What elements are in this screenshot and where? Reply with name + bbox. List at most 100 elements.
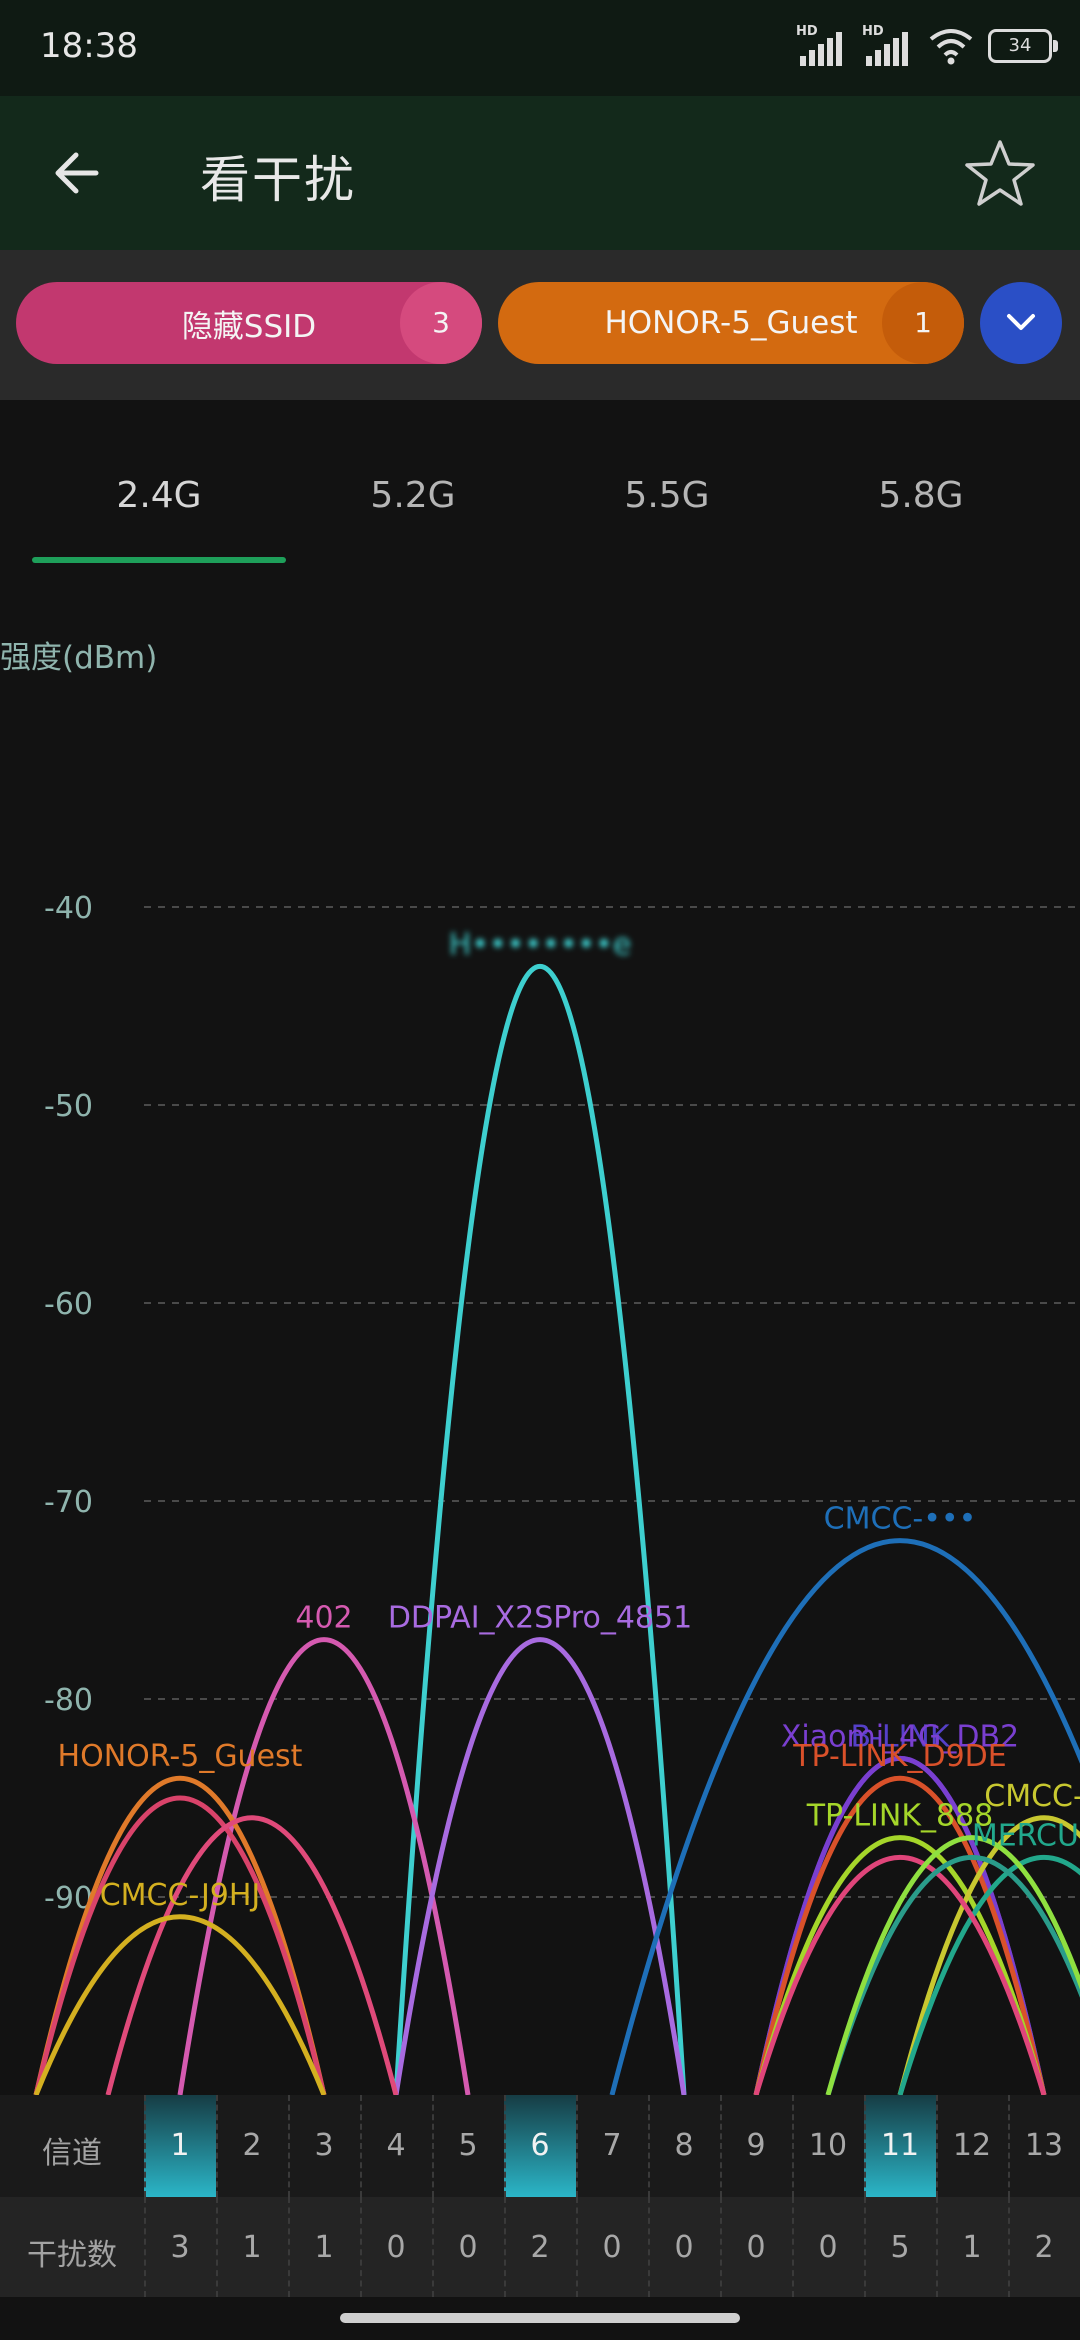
column-separator: [792, 2197, 794, 2297]
status-icons: HD HD 34: [796, 24, 1058, 66]
series-label: H••••••••e: [449, 927, 632, 962]
filter-chip-label: 隐藏SSID: [181, 308, 317, 345]
filter-chip-hidden-ssid[interactable]: 隐藏SSID 3: [16, 282, 482, 364]
column-separator: [504, 2197, 506, 2297]
channel-cell: 3: [314, 2128, 334, 2163]
back-arrow-icon[interactable]: [44, 138, 114, 208]
interference-count-cell: 0: [602, 2230, 622, 2265]
interference-count-cell: 1: [962, 2230, 982, 2265]
signal-curve: [753, 1854, 1047, 2095]
signal-curve: [897, 1854, 1080, 2095]
battery-icon: 34: [988, 29, 1058, 63]
y-axis-title: 强度(dBm): [0, 640, 158, 676]
column-separator: [936, 2197, 938, 2297]
filter-chip-count: 3: [400, 282, 482, 364]
column-separator: [1008, 2095, 1010, 2197]
column-separator: [432, 2197, 434, 2297]
column-separator: [864, 2197, 866, 2297]
app-bar: 看干扰: [0, 96, 1080, 250]
channel-cell: 9: [746, 2128, 766, 2163]
series-label: CMCC-•••: [824, 1502, 977, 1537]
interference-count-cell: 0: [746, 2230, 766, 2265]
channel-cell: 10: [808, 2128, 848, 2163]
interference-count-cell: 0: [386, 2230, 406, 2265]
chevron-down-icon: [1007, 314, 1035, 330]
column-separator: [288, 2095, 290, 2197]
interference-chart: -40-50-60-70-80-90 H••••••••e402 DDPAI_X2…: [33, 891, 1080, 2095]
column-separator: [360, 2095, 362, 2197]
signal-curve: [393, 1637, 687, 2095]
series-label: HONOR-5_Guest: [58, 1739, 303, 1774]
interference-count-cell: 5: [890, 2230, 910, 2265]
interference-count-cell: 0: [818, 2230, 838, 2265]
interference-row: 干扰数 3 1 1 0 0 2 0 0 0 0 5 1 2: [0, 2197, 1080, 2297]
y-tick-label: -60: [44, 1287, 93, 1322]
tab-5-2g[interactable]: 5.2G: [286, 475, 540, 516]
column-separator: [288, 2197, 290, 2297]
series-label: CMCC-J9HJ: [100, 1878, 261, 1913]
series-label: CMCC-A: [984, 1779, 1080, 1814]
y-tick-label: -40: [44, 891, 93, 926]
column-separator: [576, 2095, 578, 2197]
channel-cell: 7: [602, 2128, 622, 2163]
status-bar: 18:38 HD HD 34: [0, 0, 1080, 96]
tab-2-4g[interactable]: 2.4G: [32, 475, 286, 516]
column-separator: [432, 2095, 434, 2197]
channel-cell: 6: [504, 2095, 576, 2197]
interference-count-cell: 1: [314, 2230, 334, 2265]
expand-filters-button[interactable]: [980, 282, 1062, 364]
column-separator: [720, 2197, 722, 2297]
column-separator: [504, 2095, 506, 2197]
cell-signal-1-icon: HD: [796, 24, 848, 66]
channel-cell: 2: [242, 2128, 262, 2163]
series-label: DDPAI_X2SPro_4851: [388, 1601, 692, 1636]
column-separator: [1008, 2197, 1010, 2297]
column-separator: [648, 2095, 650, 2197]
column-separator: [144, 2095, 146, 2197]
star-favorite-icon[interactable]: [962, 136, 1038, 212]
interference-count-cell: 3: [170, 2230, 190, 2265]
cell-signal-2-icon: HD: [862, 24, 914, 66]
column-separator: [864, 2095, 866, 2197]
active-tab-indicator: [32, 557, 286, 563]
interference-count-cell: 0: [458, 2230, 478, 2265]
channel-cell: 1: [144, 2095, 216, 2197]
interference-row-label: 干扰数: [27, 2238, 117, 2273]
channel-cell: 13: [1024, 2128, 1064, 2163]
channel-row-label: 信道: [42, 2136, 102, 2171]
page-title: 看干扰: [200, 151, 356, 209]
series-label: MERCURY: [972, 1818, 1080, 1853]
channel-cell: 8: [674, 2128, 694, 2163]
channel-cell: 5: [458, 2128, 478, 2163]
series-label: TP-LINK_888: [806, 1799, 994, 1834]
channel-cell: 11: [864, 2095, 936, 2197]
column-separator: [720, 2095, 722, 2197]
column-separator: [648, 2197, 650, 2297]
column-separator: [792, 2095, 794, 2197]
band-tabs: 2.4G 5.2G 5.5G 5.8G: [0, 400, 1080, 570]
interference-count-cell: 0: [674, 2230, 694, 2265]
filter-chip-label: HONOR-5_Guest: [604, 305, 858, 341]
tab-5-5g[interactable]: 5.5G: [540, 475, 794, 516]
filter-chip-honor-guest[interactable]: HONOR-5_Guest 1: [498, 282, 964, 364]
column-separator: [360, 2197, 362, 2297]
y-tick-label: -70: [44, 1485, 93, 1520]
y-tick-label: -50: [44, 1089, 93, 1124]
column-separator: [144, 2197, 146, 2297]
home-indicator: [340, 2313, 740, 2323]
column-separator: [216, 2095, 218, 2197]
signal-curve: [33, 1795, 327, 2095]
series-label: TP-LINK_D9DE: [792, 1739, 1007, 1774]
channel-cell: 12: [952, 2128, 992, 2163]
column-separator: [936, 2095, 938, 2197]
column-separator: [216, 2197, 218, 2297]
tab-5-8g[interactable]: 5.8G: [794, 475, 1048, 516]
wifi-icon: [929, 29, 973, 65]
interference-count-cell: 1: [242, 2230, 262, 2265]
interference-count-cell: 2: [1034, 2230, 1054, 2265]
channel-row: 信道 1 2 3 4 5 6 7 8 9 10 11 12 13: [0, 2095, 1080, 2197]
channel-cell: 4: [386, 2128, 406, 2163]
y-tick-label: -80: [44, 1683, 93, 1718]
column-separator: [576, 2197, 578, 2297]
series-label: 402: [295, 1601, 352, 1636]
